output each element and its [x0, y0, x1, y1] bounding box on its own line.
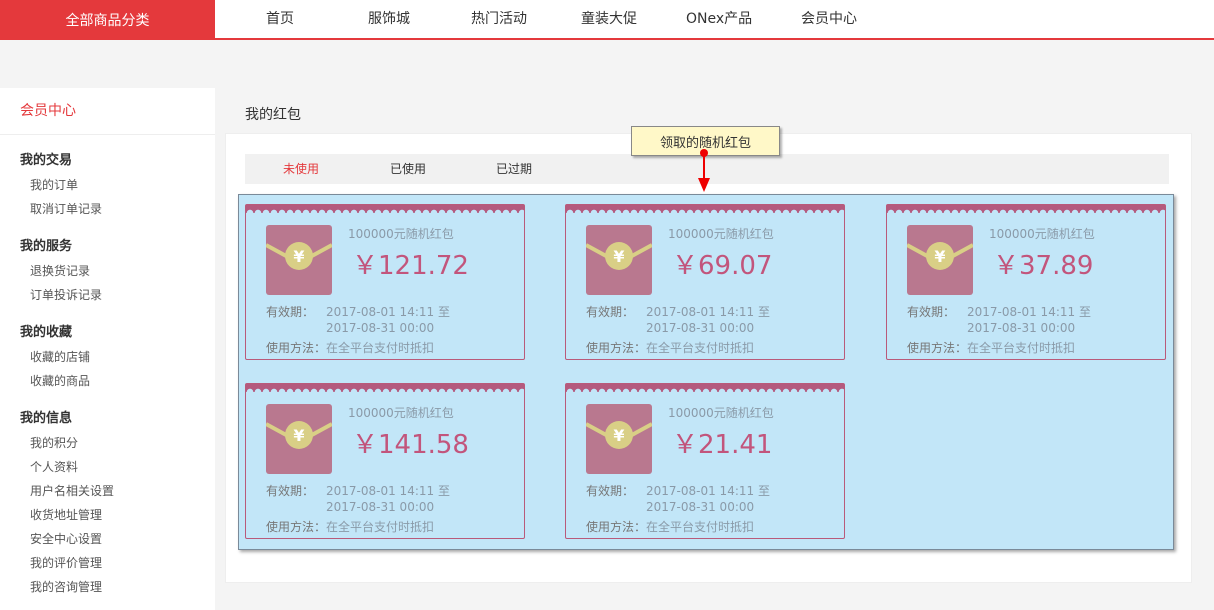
red-envelope-icon: ¥ — [907, 225, 973, 295]
page-title: 我的红包 — [245, 107, 301, 123]
red-envelope-icon: ¥ — [586, 404, 652, 474]
coupon-card[interactable]: ¥100000元随机红包 ￥21.41 有效期： 2017-08-01 14:11 至… — [565, 383, 845, 539]
sidebar-link-inquiries[interactable]: 我的咨询管理 — [20, 575, 215, 599]
validity-label: 有效期： — [266, 484, 315, 498]
sidebar-title[interactable]: 会员中心 — [0, 88, 215, 135]
sidebar-group-title: 我的收藏 — [20, 325, 73, 340]
sidebar-group-trades: 我的交易 我的订单 取消订单记录 — [0, 149, 215, 221]
nav-item-apparel[interactable]: 服饰城 — [368, 0, 410, 38]
svg-text:¥: ¥ — [613, 426, 624, 445]
sidebar-link-profile[interactable]: 个人资料 — [20, 455, 215, 479]
coupon-amount: ￥21.41 — [672, 430, 773, 460]
usage-label: 使用方法： — [586, 520, 647, 534]
card-scallop-edge — [246, 384, 524, 392]
sidebar-link-fav-products[interactable]: 收藏的商品 — [20, 369, 215, 393]
coupon-amount: ￥37.89 — [993, 251, 1094, 281]
sidebar-link-my-orders[interactable]: 我的订单 — [20, 173, 215, 197]
coupon-amount: ￥141.58 — [352, 430, 469, 460]
top-nav: 全部商品分类 首页 服饰城 热门活动 童装大促 ONex产品 会员中心 — [0, 0, 1214, 40]
tab-used[interactable]: 已使用 — [390, 154, 426, 184]
validity-end: 2017-08-31 00:00 — [646, 321, 755, 335]
validity-label: 有效期： — [907, 305, 956, 319]
validity-start: 2017-08-01 14:11 至 — [326, 305, 450, 319]
validity-start: 2017-08-01 14:11 至 — [967, 305, 1091, 319]
sidebar-link-reviews[interactable]: 我的评价管理 — [20, 551, 215, 575]
sidebar-link-addresses[interactable]: 收货地址管理 — [20, 503, 215, 527]
nav-item-member-center[interactable]: 会员中心 — [801, 0, 857, 38]
sidebar-link-points[interactable]: 我的积分 — [20, 431, 215, 455]
sidebar-link-returns[interactable]: 退换货记录 — [20, 259, 215, 283]
red-envelope-icon: ¥ — [586, 225, 652, 295]
validity-end: 2017-08-31 00:00 — [326, 500, 435, 514]
sidebar-group-favorites: 我的收藏 收藏的店铺 收藏的商品 — [0, 321, 215, 393]
coupon-card[interactable]: ¥100000元随机红包 ￥141.58 有效期： 2017-08-01 14:11 … — [245, 383, 525, 539]
usage-text: 在全平台支付时抵扣 — [967, 341, 1076, 355]
sidebar-group-title: 我的交易 — [20, 153, 73, 168]
tab-expired[interactable]: 已过期 — [496, 154, 532, 184]
sidebar-group-services: 我的服务 退换货记录 订单投诉记录 — [0, 235, 215, 307]
usage-text: 在全平台支付时抵扣 — [326, 341, 435, 355]
svg-text:¥: ¥ — [934, 247, 945, 266]
coupon-card[interactable]: ¥100000元随机红包 ￥37.89 有效期： 2017-08-01 14:11 至… — [886, 204, 1166, 360]
usage-label: 使用方法： — [266, 341, 327, 355]
nav-item-onex-products[interactable]: ONex产品 — [686, 0, 752, 38]
card-scallop-edge — [887, 205, 1165, 213]
validity-label: 有效期： — [586, 305, 635, 319]
usage-text: 在全平台支付时抵扣 — [646, 341, 755, 355]
coupon-amount: ￥69.07 — [672, 251, 773, 281]
sidebar-group-title: 我的信息 — [20, 411, 73, 426]
validity-end: 2017-08-31 00:00 — [326, 321, 435, 335]
sidebar-link-username-settings[interactable]: 用户名相关设置 — [20, 479, 215, 503]
red-envelope-icon: ¥ — [266, 225, 332, 295]
coupon-description: 100000元随机红包 — [668, 406, 774, 420]
coupon-card[interactable]: ¥100000元随机红包 ￥69.07 有效期： 2017-08-01 14:11 至… — [565, 204, 845, 360]
coupon-description: 100000元随机红包 — [348, 227, 454, 241]
card-scallop-edge — [566, 384, 844, 392]
usage-label: 使用方法： — [907, 341, 968, 355]
sidebar-link-complaints[interactable]: 订单投诉记录 — [20, 283, 215, 307]
validity-start: 2017-08-01 14:11 至 — [646, 484, 770, 498]
nav-item-home[interactable]: 首页 — [266, 0, 294, 38]
validity-end: 2017-08-31 00:00 — [646, 500, 755, 514]
svg-text:¥: ¥ — [613, 247, 624, 266]
pin-marker-icon — [700, 149, 708, 157]
validity-start: 2017-08-01 14:11 至 — [326, 484, 450, 498]
sidebar: 会员中心 我的交易 我的订单 取消订单记录 我的服务 退换货记录 订单投诉记录 … — [0, 88, 215, 610]
coupon-description: 100000元随机红包 — [668, 227, 774, 241]
sidebar-link-fav-shops[interactable]: 收藏的店铺 — [20, 345, 215, 369]
coupon-amount: ￥121.72 — [352, 251, 469, 281]
sidebar-link-cancelled-orders[interactable]: 取消订单记录 — [20, 197, 215, 221]
validity-label: 有效期： — [586, 484, 635, 498]
nav-item-hot-events[interactable]: 热门活动 — [471, 0, 527, 38]
sidebar-link-security[interactable]: 安全中心设置 — [20, 527, 215, 551]
validity-start: 2017-08-01 14:11 至 — [646, 305, 770, 319]
coupon-card[interactable]: ¥100000元随机红包 ￥121.72 有效期： 2017-08-01 14:11 … — [245, 204, 525, 360]
svg-text:¥: ¥ — [293, 426, 304, 445]
coupon-description: 100000元随机红包 — [348, 406, 454, 420]
nav-item-kids-sale[interactable]: 童装大促 — [581, 0, 637, 38]
svg-text:¥: ¥ — [293, 247, 304, 266]
tab-unused[interactable]: 未使用 — [283, 154, 319, 184]
red-envelope-icon: ¥ — [266, 404, 332, 474]
usage-label: 使用方法： — [586, 341, 647, 355]
arrow-down-icon — [698, 178, 710, 192]
sidebar-group-title: 我的服务 — [20, 239, 73, 254]
validity-end: 2017-08-31 00:00 — [967, 321, 1076, 335]
coupon-description: 100000元随机红包 — [989, 227, 1095, 241]
usage-label: 使用方法： — [266, 520, 327, 534]
sidebar-group-info: 我的信息 我的积分 个人资料 用户名相关设置 收货地址管理 安全中心设置 我的评… — [0, 407, 215, 599]
usage-text: 在全平台支付时抵扣 — [326, 520, 435, 534]
card-scallop-edge — [246, 205, 524, 213]
all-categories-button[interactable]: 全部商品分类 — [0, 0, 215, 40]
card-scallop-edge — [566, 205, 844, 213]
usage-text: 在全平台支付时抵扣 — [646, 520, 755, 534]
validity-label: 有效期： — [266, 305, 315, 319]
